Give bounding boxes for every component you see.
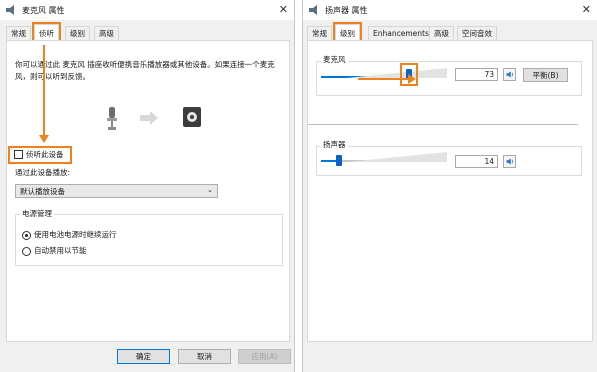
- speaker-icon: [183, 107, 201, 127]
- tab-spatial-sound[interactable]: 空间音效: [457, 26, 497, 40]
- listen-tab-panel: 你可以通过此 麦克风 插座收听便携音乐播放器或其他设备。如果连接一个麦克风，则可…: [6, 40, 290, 342]
- listen-description: 你可以通过此 麦克风 插座收听便携音乐播放器或其他设备。如果连接一个麦克风，则可…: [15, 60, 275, 81]
- cancel-button[interactable]: 取消: [178, 349, 231, 364]
- listen-checkbox[interactable]: [14, 150, 23, 159]
- sound-app-icon: [6, 5, 14, 15]
- chevron-down-icon: ⌄: [207, 186, 213, 194]
- arrow-right-icon: [140, 111, 158, 125]
- microphone-label: 麦克风: [321, 54, 348, 65]
- window-title: 麦克风 属性: [22, 6, 65, 15]
- tab-advanced[interactable]: 高级: [94, 26, 119, 40]
- radio-keep-running[interactable]: [22, 231, 31, 240]
- speaker-mute-icon[interactable]: [503, 68, 516, 81]
- speaker-slider-ramp: [347, 152, 447, 162]
- playback-device-value: 默认播放设备: [20, 187, 65, 196]
- levels-tab-panel: 麦克风 73 平衡(B) 扬声器 14: [307, 40, 593, 342]
- balance-button[interactable]: 平衡(B): [523, 68, 568, 82]
- microphone-level-group: 麦克风 73 平衡(B): [316, 54, 582, 96]
- microphone-level-value[interactable]: 73: [455, 68, 498, 81]
- listen-checkbox-row[interactable]: 侦听此设备: [8, 146, 72, 164]
- title-bar: 扬声器 属性 ✕: [303, 0, 597, 20]
- section-divider: [308, 124, 578, 125]
- tab-levels[interactable]: 级别: [65, 26, 90, 40]
- tab-listen[interactable]: 侦听: [32, 22, 61, 43]
- tab-levels[interactable]: 级别: [333, 22, 362, 43]
- listen-checkbox-label: 侦听此设备: [26, 150, 64, 159]
- radio-auto-disable-label: 自动禁用以节能: [34, 246, 87, 255]
- playback-device-dropdown[interactable]: 默认播放设备 ⌄: [15, 184, 218, 198]
- speaker-properties-window: 扬声器 属性 ✕ 常规 级别 Enhancements 高级 空间音效 麦克风 …: [302, 0, 597, 372]
- tab-enhancements[interactable]: Enhancements: [368, 26, 434, 40]
- power-management-group: 电源管理 使用电池电源时继续运行 自动禁用以节能: [15, 208, 283, 266]
- radio-keep-running-label: 使用电池电源时继续运行: [34, 230, 117, 239]
- tab-general[interactable]: 常规: [6, 26, 31, 40]
- sound-app-icon: [309, 5, 317, 15]
- window-gap: [295, 0, 302, 372]
- tab-advanced[interactable]: 高级: [429, 26, 454, 40]
- speaker-level-group: 扬声器 14: [316, 139, 582, 176]
- ok-button[interactable]: 确定: [117, 349, 170, 364]
- speaker-slider-thumb[interactable]: [335, 155, 342, 166]
- radio-auto-disable[interactable]: [22, 247, 31, 256]
- title-bar: 麦克风 属性 ✕: [0, 0, 294, 20]
- guide-arrow-line: [358, 78, 410, 80]
- power-group-label: 电源管理: [20, 208, 54, 219]
- speaker-mute-icon[interactable]: [503, 155, 516, 168]
- microphone-icon: [107, 107, 117, 130]
- speaker-label: 扬声器: [321, 139, 348, 150]
- guide-arrow-line: [43, 45, 45, 136]
- tab-general[interactable]: 常规: [307, 26, 332, 40]
- microphone-properties-window: 麦克风 属性 ✕ 常规 侦听 级别 高级 你可以通过此 麦克风 插座收听便携音乐…: [0, 0, 295, 372]
- tab-strip: 常规 侦听 级别 高级: [0, 22, 294, 43]
- window-title: 扬声器 属性: [325, 6, 368, 15]
- close-icon[interactable]: ✕: [279, 3, 288, 16]
- guide-arrow-head: [39, 135, 49, 143]
- guide-arrow-head: [408, 74, 416, 84]
- speaker-level-value[interactable]: 14: [455, 155, 498, 168]
- close-icon[interactable]: ✕: [582, 3, 591, 16]
- apply-button[interactable]: 应用(A): [238, 349, 291, 364]
- tab-strip: 常规 级别 Enhancements 高级 空间音效: [303, 22, 597, 43]
- playback-label: 通过此设备播放:: [15, 168, 71, 177]
